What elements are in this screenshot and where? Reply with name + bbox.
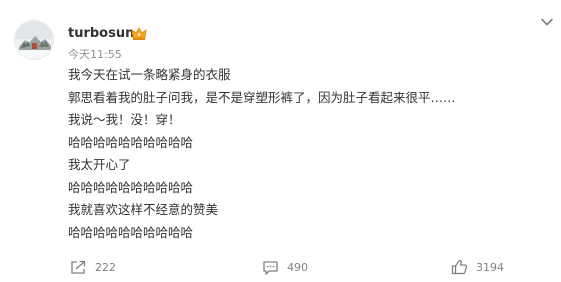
repost-count: 222	[95, 260, 116, 274]
author-name[interactable]: turbosun	[68, 26, 134, 42]
like-count: 3194	[476, 260, 504, 274]
post-line: 哈哈哈哈哈哈哈哈哈哈	[68, 179, 194, 195]
weibo-post-card: turbosun 今天11:55 我今天在试一条略紧身的衣服 郭思看着我的肚子问…	[0, 0, 561, 282]
thumbs-up-icon	[451, 259, 468, 275]
post-content: 我今天在试一条略紧身的衣服 郭思看着我的肚子问我，是不是穿塑形裤了，因为肚子看起…	[68, 64, 548, 244]
post-line: 我今天在试一条略紧身的衣服	[68, 67, 231, 82]
share-icon	[71, 260, 86, 274]
post-line: 我说～我！没！穿！	[68, 112, 181, 127]
post-line: 哈哈哈哈哈哈哈哈哈哈	[68, 134, 194, 150]
post-line: 郭思看着我的肚子问我，是不是穿塑形裤了，因为肚子看起来很平……	[68, 89, 456, 105]
chevron-down-icon[interactable]	[540, 16, 554, 28]
repost-button[interactable]: 222	[70, 258, 116, 276]
comment-button[interactable]: 490	[262, 258, 308, 276]
post-action-bar: 222 490 3194	[0, 252, 561, 280]
like-button[interactable]: 3194	[451, 258, 504, 276]
avatar-image	[15, 21, 53, 59]
crown-icon	[131, 27, 147, 40]
post-line: 哈哈哈哈哈哈哈哈哈哈	[68, 224, 194, 240]
comment-icon	[263, 260, 278, 275]
comment-count: 490	[287, 260, 308, 274]
avatar[interactable]	[14, 20, 54, 60]
post-line: 我就喜欢这样不经意的赞美	[68, 202, 219, 217]
post-timestamp[interactable]: 今天11:55	[68, 48, 122, 61]
post-line: 我太开心了	[68, 157, 131, 172]
